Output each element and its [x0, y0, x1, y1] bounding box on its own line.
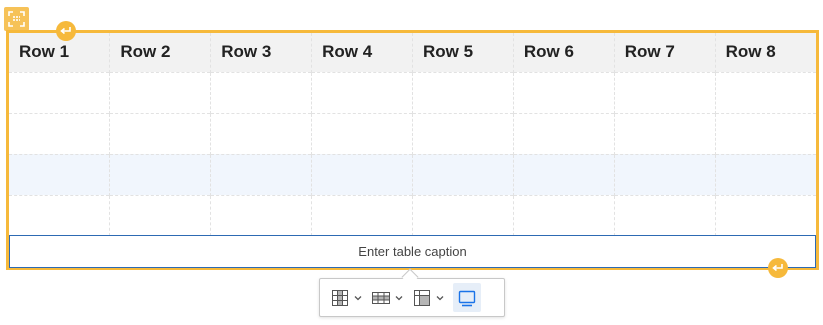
- table-cell[interactable]: [210, 153, 313, 195]
- table-row: [9, 71, 816, 113]
- table-cell[interactable]: [9, 112, 111, 154]
- table-cell[interactable]: [614, 194, 716, 236]
- move-handle-icon: [8, 11, 25, 27]
- table-drag-handle[interactable]: [4, 7, 29, 31]
- table-cell[interactable]: [614, 112, 716, 154]
- return-arrow-icon: [772, 264, 783, 272]
- table-cell[interactable]: [210, 71, 313, 113]
- table-header-cell[interactable]: Row 7: [614, 33, 716, 72]
- table-merge-cells-icon: [414, 289, 430, 306]
- return-arrow-icon: [60, 27, 71, 35]
- table-cell[interactable]: [109, 112, 212, 154]
- table-cell[interactable]: [210, 194, 313, 236]
- table-widget[interactable]: Row 1 Row 2 Row 3 Row 4 Row 5 Row 6 Row …: [6, 30, 819, 270]
- table-cell[interactable]: [412, 112, 514, 154]
- table-header-cell[interactable]: Row 5: [412, 33, 514, 72]
- table-column-icon: [332, 289, 348, 306]
- table-cell[interactable]: [311, 71, 413, 113]
- chevron-down-icon: [436, 295, 444, 300]
- insert-paragraph-before-button[interactable]: [56, 21, 76, 41]
- table-cell[interactable]: [9, 194, 111, 236]
- table-cell[interactable]: [311, 112, 413, 154]
- caption-placeholder: Enter table caption: [358, 244, 467, 259]
- table-cell[interactable]: [412, 194, 514, 236]
- table-cell[interactable]: [210, 112, 313, 154]
- table-cell[interactable]: [412, 71, 514, 113]
- table-cell[interactable]: [614, 71, 716, 113]
- table-cell[interactable]: [109, 194, 212, 236]
- table-cell[interactable]: [412, 153, 514, 195]
- toggle-caption-icon: [458, 290, 476, 306]
- table-cell[interactable]: [715, 153, 816, 195]
- table-cell[interactable]: [109, 71, 212, 113]
- table-cell[interactable]: [513, 194, 615, 236]
- toggle-caption-button[interactable]: [453, 283, 481, 312]
- table-header-cell[interactable]: Row 2: [109, 33, 212, 72]
- table-row-highlighted: [9, 153, 816, 195]
- table-header-cell[interactable]: Row 6: [513, 33, 615, 72]
- table-row: [9, 112, 816, 154]
- table-cell[interactable]: [513, 112, 615, 154]
- table-header-cell[interactable]: Row 4: [311, 33, 413, 72]
- table-column-dropdown-button[interactable]: [326, 283, 367, 312]
- table-cell[interactable]: [109, 153, 212, 195]
- insert-paragraph-after-button[interactable]: [768, 258, 788, 278]
- table-cell[interactable]: [9, 71, 111, 113]
- table-cell[interactable]: [513, 71, 615, 113]
- data-table: Row 1 Row 2 Row 3 Row 4 Row 5 Row 6 Row …: [9, 33, 816, 236]
- table-row: [9, 194, 816, 236]
- table-cell[interactable]: [715, 71, 816, 113]
- table-cell[interactable]: [9, 153, 111, 195]
- table-cell[interactable]: [311, 153, 413, 195]
- table-header-cell[interactable]: Row 8: [715, 33, 816, 72]
- table-cell[interactable]: [311, 194, 413, 236]
- table-header-row: Row 1 Row 2 Row 3 Row 4 Row 5 Row 6 Row …: [9, 33, 816, 72]
- table-cell[interactable]: [614, 153, 716, 195]
- table-toolbar: [319, 278, 505, 317]
- table-cell[interactable]: [715, 112, 816, 154]
- chevron-down-icon: [395, 295, 403, 300]
- table-cell[interactable]: [715, 194, 816, 236]
- table-caption-input[interactable]: Enter table caption: [9, 235, 816, 268]
- table-row-icon: [372, 291, 390, 304]
- table-cell[interactable]: [513, 153, 615, 195]
- table-header-cell[interactable]: Row 3: [210, 33, 313, 72]
- chevron-down-icon: [354, 295, 362, 300]
- merge-cells-dropdown-button[interactable]: [408, 283, 449, 312]
- table-row-dropdown-button[interactable]: [367, 283, 408, 312]
